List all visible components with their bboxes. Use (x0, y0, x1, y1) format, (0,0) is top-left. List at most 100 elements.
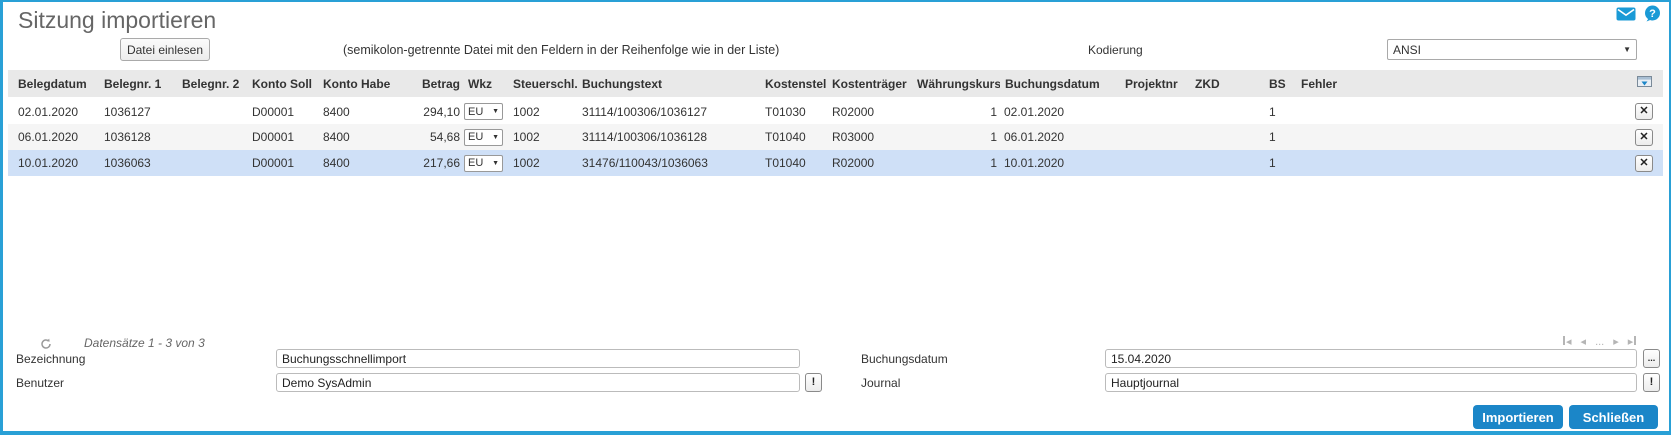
col-header-kostentraeger[interactable]: Kostenträger (827, 70, 912, 99)
buchungsdatum-lookup-button[interactable]: ... (1643, 349, 1660, 368)
table-row[interactable]: 02.01.2020 1036127 D00001 8400 294,10 EU… (8, 98, 1663, 124)
cell-belegnr2 (177, 98, 247, 124)
pagination: ◂ ◂ ... ▸ ▸ (1563, 336, 1636, 348)
col-header-projektnr[interactable]: Projektnr (1120, 70, 1190, 99)
cell-zkd (1190, 98, 1264, 124)
cell-konto-haben: 8400 (318, 124, 390, 150)
chevron-down-icon: ▼ (492, 159, 499, 167)
page-ellipsis[interactable]: ... (1595, 336, 1604, 348)
col-header-konto-haben[interactable]: Konto Haben (318, 70, 390, 99)
col-header-betrag[interactable]: Betrag (390, 70, 463, 99)
col-header-belegnr1[interactable]: Belegnr. 1 (99, 70, 177, 99)
grid-header-row: Belegdatum Belegnr. 1 Belegnr. 2 Konto S… (8, 70, 1663, 99)
buchungsdatum-label: Buchungsdatum (861, 352, 948, 366)
cell-fehler (1296, 98, 1625, 124)
table-row[interactable]: 06.01.2020 1036128 D00001 8400 54,68 EU … (8, 124, 1663, 150)
help-icon: ? (1644, 5, 1661, 25)
svg-text:?: ? (1649, 8, 1656, 20)
wkz-select[interactable]: EU ▼ (464, 154, 503, 172)
cell-buchungstext: 31476/110043/1036063 (577, 150, 760, 176)
cell-konto-soll: D00001 (247, 98, 318, 124)
col-header-belegnr2[interactable]: Belegnr. 2 (177, 70, 247, 99)
cell-waehrungskurs: 1 (912, 124, 1000, 150)
cell-betrag: 217,66 (390, 150, 463, 176)
bezeichnung-label: Bezeichnung (16, 352, 86, 366)
wkz-selected-value: EU (468, 131, 484, 143)
cell-kostentraeger: R03000 (827, 124, 912, 150)
close-icon: ✕ (1639, 156, 1649, 169)
import-grid: Belegdatum Belegnr. 1 Belegnr. 2 Konto S… (8, 70, 1663, 176)
col-header-fehler[interactable]: Fehler (1296, 70, 1625, 99)
cell-steuerschl: 1002 (508, 98, 577, 124)
cell-steuerschl: 1002 (508, 150, 577, 176)
help-button[interactable]: ? (1644, 5, 1661, 25)
cell-kostenstelle: T01040 (760, 150, 827, 176)
read-file-button[interactable]: Datei einlesen (120, 38, 210, 61)
cell-belegnr2 (177, 124, 247, 150)
next-page-icon[interactable]: ▸ (1613, 336, 1619, 348)
chevron-down-icon: ▼ (1623, 45, 1631, 54)
delete-row-button[interactable]: ✕ (1635, 128, 1653, 146)
encoding-selected-value: ANSI (1393, 42, 1422, 57)
cell-kostenstelle: T01040 (760, 124, 827, 150)
bezeichnung-field[interactable] (276, 349, 800, 368)
col-header-zkd[interactable]: ZKD (1190, 70, 1264, 99)
cell-belegnr1: 1036128 (99, 124, 177, 150)
benutzer-required-button[interactable]: ! (805, 373, 822, 392)
import-session-dialog: Sitzung importieren ? Datei einlesen (se… (0, 0, 1671, 435)
cell-belegnr1: 1036127 (99, 98, 177, 124)
close-icon: ✕ (1639, 105, 1649, 117)
chevron-down-icon: ▼ (492, 133, 499, 141)
buchungsdatum-field[interactable] (1105, 349, 1637, 368)
col-header-kostenstelle[interactable]: Kostenstelle (760, 70, 827, 99)
col-header-bs[interactable]: BS (1264, 70, 1296, 99)
cell-buchungstext: 31114/100306/1036127 (577, 98, 760, 124)
last-page-icon[interactable]: ▸ (1628, 336, 1637, 348)
cell-steuerschl: 1002 (508, 124, 577, 150)
delete-row-button[interactable]: ✕ (1635, 154, 1653, 172)
cell-konto-soll: D00001 (247, 124, 318, 150)
cell-projektnr (1120, 124, 1190, 150)
col-header-belegdatum[interactable]: Belegdatum (8, 70, 99, 99)
journal-label: Journal (861, 376, 901, 390)
col-header-buchungsdatum[interactable]: Buchungsdatum (1000, 70, 1120, 99)
cell-buchungsdatum: 06.01.2020 (1000, 124, 1120, 150)
table-row-selected[interactable]: 10.01.2020 1036063 D00001 8400 217,66 EU… (8, 150, 1663, 176)
cell-bs: 1 (1264, 98, 1296, 124)
cell-bs: 1 (1264, 124, 1296, 150)
delete-row-button[interactable]: ✕ (1635, 103, 1653, 120)
journal-required-button[interactable]: ! (1643, 373, 1660, 392)
first-page-icon[interactable]: ◂ (1563, 336, 1572, 348)
wkz-selected-value: EU (468, 105, 484, 118)
wkz-select[interactable]: EU ▼ (464, 128, 503, 146)
cell-kostentraeger: R02000 (827, 98, 912, 124)
col-header-wkz[interactable]: Wkz (463, 70, 508, 99)
mail-button[interactable] (1616, 7, 1636, 24)
encoding-select[interactable]: ANSI ▼ (1387, 39, 1637, 60)
cell-buchungstext: 31114/100306/1036128 (577, 124, 760, 150)
cell-buchungsdatum: 02.01.2020 (1000, 98, 1120, 124)
chevron-down-icon: ▼ (492, 108, 499, 115)
cell-betrag: 54,68 (390, 124, 463, 150)
import-button[interactable]: Importieren (1473, 405, 1563, 429)
close-button[interactable]: Schließen (1569, 405, 1658, 429)
col-header-steuerschl[interactable]: Steuerschl. (508, 70, 577, 99)
cell-fehler (1296, 150, 1625, 176)
journal-field[interactable] (1105, 373, 1637, 392)
cell-belegnr1: 1036063 (99, 150, 177, 176)
cell-zkd (1190, 150, 1264, 176)
wkz-select[interactable]: EU ▼ (464, 103, 503, 120)
cell-belegdatum: 10.01.2020 (8, 150, 99, 176)
cell-buchungsdatum: 10.01.2020 (1000, 150, 1120, 176)
column-config-icon[interactable] (1636, 75, 1652, 92)
previous-page-icon[interactable]: ◂ (1581, 336, 1587, 348)
col-header-buchungstext[interactable]: Buchungstext (577, 70, 760, 99)
cell-waehrungskurs: 1 (912, 150, 1000, 176)
cell-kostentraeger: R02000 (827, 150, 912, 176)
col-header-konto-soll[interactable]: Konto Soll (247, 70, 318, 99)
close-icon: ✕ (1639, 130, 1649, 143)
col-header-waehrungskurs[interactable]: Währungskurs (912, 70, 1000, 99)
benutzer-field[interactable] (276, 373, 800, 392)
file-format-hint: (semikolon-getrennte Datei mit den Felde… (343, 43, 780, 57)
records-count: Datensätze 1 - 3 von 3 (84, 336, 205, 350)
